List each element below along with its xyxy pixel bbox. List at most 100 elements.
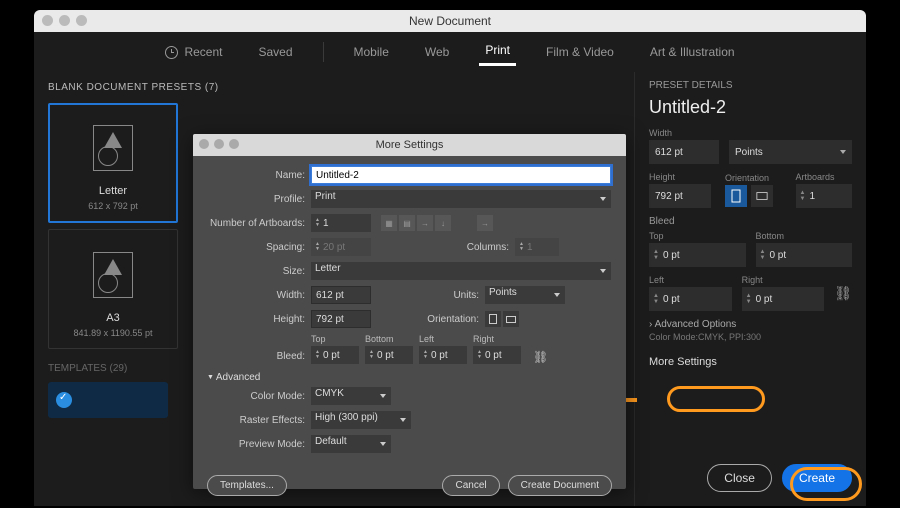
spacing-label: Spacing:	[207, 242, 305, 253]
advanced-toggle[interactable]: Advanced	[207, 372, 612, 383]
color-mode-label: Color Mode:	[207, 391, 305, 402]
advanced-options-toggle[interactable]: Advanced Options	[649, 319, 852, 330]
units-label: Units:	[439, 290, 479, 301]
orientation-toggle[interactable]	[485, 311, 519, 327]
link-icon[interactable]: ⛓	[533, 350, 548, 364]
top-label: Top	[649, 231, 746, 241]
color-mode-select[interactable]: CMYK	[311, 387, 391, 405]
name-label: Name:	[207, 170, 305, 181]
preset-size: 841.89 x 1190.55 pt	[74, 328, 153, 338]
orientation-toggle[interactable]	[725, 185, 782, 207]
top-label: Top	[311, 334, 326, 344]
window-traffic-lights[interactable]	[42, 15, 87, 26]
tab-separator	[323, 42, 324, 62]
left-label: Left	[649, 275, 732, 285]
preset-name: Letter	[99, 185, 127, 197]
tab-mobile[interactable]: Mobile	[348, 41, 395, 63]
preset-name: A3	[106, 312, 119, 324]
bleed-bottom-stepper[interactable]: ▲▼0 pt	[756, 243, 853, 267]
page-icon	[93, 125, 133, 171]
orientation-landscape[interactable]	[503, 311, 519, 327]
size-select[interactable]: Letter	[311, 262, 611, 280]
more-settings-modal: More Settings Name: Profile: Print Numbe…	[193, 134, 626, 489]
profile-label: Profile:	[207, 194, 305, 205]
artboard-arrangement-icons[interactable]: ▦▤→↓	[381, 215, 451, 231]
preset-letter[interactable]: Letter 612 x 792 pt	[48, 103, 178, 223]
tab-print[interactable]: Print	[479, 39, 516, 66]
category-tabs: Recent Saved Mobile Web Print Film & Vid…	[34, 32, 866, 72]
width-label: Width	[649, 128, 852, 138]
size-label: Size:	[207, 266, 305, 277]
artboards-stepper[interactable]: ▲▼1	[311, 214, 371, 232]
bleed-right-stepper[interactable]: ▲▼0 pt	[473, 346, 521, 364]
orientation-label: Orientation:	[413, 314, 479, 325]
artboards-stepper[interactable]: ▲▼1	[796, 184, 853, 208]
height-input[interactable]	[311, 310, 371, 328]
orientation-portrait[interactable]	[725, 185, 747, 207]
bleed-top-stepper[interactable]: ▲▼0 pt	[649, 243, 746, 267]
columns-label: Columns:	[453, 242, 509, 253]
raster-label: Raster Effects:	[207, 415, 305, 426]
preset-size: 612 x 792 pt	[88, 201, 138, 211]
create-button[interactable]: Create	[782, 464, 852, 492]
left-label: Left	[419, 334, 434, 344]
tab-saved[interactable]: Saved	[252, 41, 298, 63]
bleed-bottom-stepper[interactable]: ▲▼0 pt	[365, 346, 413, 364]
artboards-label: Number of Artboards:	[207, 218, 305, 229]
height-input[interactable]	[649, 184, 711, 208]
orientation-label: Orientation	[725, 173, 782, 183]
units-select[interactable]: Points	[729, 140, 852, 164]
profile-select[interactable]: Print	[311, 190, 611, 208]
page-icon	[93, 252, 133, 298]
templates-button[interactable]: Templates...	[207, 475, 287, 496]
bleed-label: Bleed	[649, 216, 852, 227]
orientation-landscape[interactable]	[751, 185, 773, 207]
modal-titlebar: More Settings	[193, 134, 626, 156]
presets-label: BLANK DOCUMENT PRESETS (7)	[48, 82, 620, 93]
tab-web[interactable]: Web	[419, 41, 455, 63]
width-input[interactable]	[311, 286, 371, 304]
width-label: Width:	[207, 290, 305, 301]
bleed-left-stepper[interactable]: ▲▼0 pt	[649, 287, 732, 311]
modal-title: More Settings	[376, 139, 444, 151]
color-mode-note: Color Mode:CMYK, PPI:300	[649, 332, 852, 342]
preset-a3[interactable]: A3 841.89 x 1190.55 pt	[48, 229, 178, 349]
tab-art-illustration[interactable]: Art & Illustration	[644, 41, 741, 63]
create-document-button[interactable]: Create Document	[508, 475, 612, 496]
chevron-down-icon	[840, 150, 846, 154]
height-label: Height:	[207, 314, 305, 325]
window-titlebar: New Document	[34, 10, 866, 32]
preset-details-header: PRESET DETAILS	[649, 80, 852, 91]
units-select[interactable]: Points	[485, 286, 565, 304]
raster-effects-select[interactable]: High (300 ppi)	[311, 411, 411, 429]
preview-mode-select[interactable]: Default	[311, 435, 391, 453]
template-item[interactable]	[48, 382, 168, 418]
arrange-extra-icon[interactable]: →	[477, 215, 493, 231]
preset-title[interactable]: Untitled-2	[649, 97, 852, 118]
width-input[interactable]	[649, 140, 719, 164]
right-label: Right	[473, 334, 494, 344]
window-title: New Document	[409, 14, 491, 28]
preset-details-panel: PRESET DETAILS Untitled-2 Width Points H…	[634, 72, 866, 506]
bleed-label: Bleed:	[207, 351, 305, 364]
name-input[interactable]	[311, 166, 611, 184]
stepper-arrows-icon: ▲▼	[800, 190, 806, 202]
columns-stepper: ▲▼1	[515, 238, 559, 256]
bleed-top-stepper[interactable]: ▲▼0 pt	[311, 346, 359, 364]
artboards-label: Artboards	[796, 172, 853, 182]
orientation-portrait[interactable]	[485, 311, 501, 327]
more-settings-button[interactable]: More Settings	[649, 356, 717, 368]
check-icon	[56, 392, 72, 408]
link-icon[interactable]: ⛓	[834, 285, 852, 302]
spacing-stepper: ▲▼20 pt	[311, 238, 371, 256]
bleed-right-stepper[interactable]: ▲▼0 pt	[742, 287, 825, 311]
bottom-label: Bottom	[365, 334, 394, 344]
tab-recent[interactable]: Recent	[159, 41, 228, 63]
tab-film-video[interactable]: Film & Video	[540, 41, 620, 63]
modal-traffic-lights[interactable]	[199, 139, 239, 149]
close-button[interactable]: Close	[707, 464, 772, 492]
preview-label: Preview Mode:	[207, 439, 305, 450]
bleed-left-stepper[interactable]: ▲▼0 pt	[419, 346, 467, 364]
cancel-button[interactable]: Cancel	[442, 475, 499, 496]
clock-icon	[165, 46, 178, 59]
